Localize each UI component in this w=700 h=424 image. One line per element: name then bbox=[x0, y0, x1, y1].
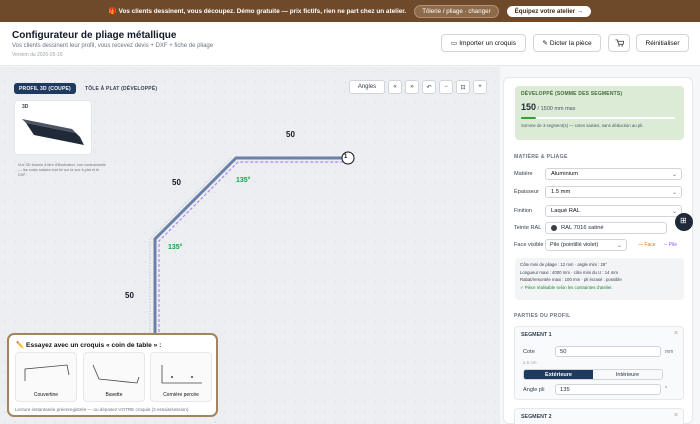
sketch-card-label: Couvertine bbox=[33, 392, 59, 398]
segment-title: SEGMENT 2 bbox=[521, 414, 552, 420]
bavette-sketch bbox=[92, 364, 140, 384]
couvertine-sketch bbox=[24, 364, 70, 381]
material-select[interactable]: Aluminium ⌄ bbox=[545, 168, 682, 180]
angle-label-top: 135° bbox=[236, 177, 251, 184]
close-icon[interactable]: × bbox=[674, 330, 678, 337]
chevron-down-icon: ⌄ bbox=[671, 172, 677, 178]
cote-input[interactable]: 50 bbox=[555, 346, 661, 357]
face-select[interactable]: Pile (pointillé violet) ⌄ bbox=[545, 239, 627, 251]
sketch-examples-panel: ✏️ Essayez avec un croquis « coin de tab… bbox=[7, 333, 218, 417]
config-panel: DÉVELOPPÉ (SOMME DES SEGMENTS) 150 / 150… bbox=[503, 77, 693, 424]
segment-title: SEGMENT 1 bbox=[521, 332, 552, 338]
sketch-title: ✏️ Essayez avec un croquis « coin de tab… bbox=[16, 342, 162, 349]
chevron-down-icon: ⌄ bbox=[616, 243, 622, 249]
side-toggle: Extérieure Intérieure bbox=[523, 369, 663, 380]
segment-card: SEGMENT 2 × bbox=[514, 408, 684, 424]
dictate-button[interactable]: ✎ Dicter la pièce bbox=[533, 34, 601, 52]
start-marker-label: 1 bbox=[344, 154, 348, 160]
segment-dimension-lines bbox=[149, 157, 232, 357]
side-interior[interactable]: Intérieure bbox=[593, 370, 662, 379]
finish-select[interactable]: Laqué RAL ⌄ bbox=[545, 205, 682, 217]
side-exterior[interactable]: Extérieure bbox=[524, 370, 593, 379]
mode-change-button[interactable]: Tôlerie / pliage · changer bbox=[414, 4, 499, 18]
cote-unit: mm bbox=[665, 349, 674, 355]
developed-value: 150 / 1500 mm max bbox=[521, 102, 575, 112]
sketch-footer: Lecture instantanée préenregistrée — ou … bbox=[15, 407, 189, 412]
profile-line-face bbox=[153, 156, 343, 357]
cote-min-note: ≥ 5 cm bbox=[523, 360, 537, 365]
developed-progress-fill bbox=[521, 117, 537, 119]
info-line: Longueur maxi : 4000 mm · côte mini du U… bbox=[520, 269, 618, 275]
cart-icon bbox=[615, 39, 624, 47]
import-sketch-label: Importer un croquis bbox=[459, 39, 517, 47]
sketch-card-couvertine[interactable]: Couvertine bbox=[15, 352, 77, 402]
ral-value: RAL 7016 satiné bbox=[561, 225, 604, 231]
pile-legend: -- Pile bbox=[664, 242, 678, 248]
material-section-title: MATIÈRE & PLIAGE bbox=[514, 154, 568, 160]
face-label: Face visible bbox=[514, 242, 544, 248]
pencil-icon: ✎ bbox=[542, 40, 548, 47]
cart-button[interactable] bbox=[608, 34, 630, 52]
segment-card: SEGMENT 1 × Cote 50 mm ≥ 5 cm Extérieure… bbox=[514, 326, 684, 400]
sketch-card-label: Bavette bbox=[105, 392, 123, 398]
app-header: Configurateur de pliage métallique Vos c… bbox=[0, 22, 700, 66]
developed-max: / 1500 mm max bbox=[536, 106, 576, 112]
developed-summary: DÉVELOPPÉ (SOMME DES SEGMENTS) 150 / 150… bbox=[515, 86, 684, 140]
info-line: Côte mini de pliage : 12 mm · angle mini… bbox=[520, 262, 607, 267]
segment-label-diagonal: 50 bbox=[172, 178, 181, 187]
version-label: Version du 2026-05-16 bbox=[12, 52, 63, 58]
segment-label-top: 50 bbox=[286, 130, 295, 139]
dictate-label: Dicter la pièce bbox=[549, 39, 592, 47]
finish-label: Finition bbox=[514, 208, 533, 214]
top-banner: 🎁 Vos clients dessinent, vous découpez. … bbox=[0, 0, 700, 22]
import-sketch-button[interactable]: ▭ Importer un croquis bbox=[441, 34, 526, 52]
constraints-info: Côte mini de pliage : 12 mm · angle mini… bbox=[515, 258, 684, 300]
chat-fab-button[interactable]: ⊞ bbox=[675, 213, 693, 231]
parts-section-title: PARTIES DU PROFIL bbox=[514, 313, 571, 319]
close-icon[interactable]: × bbox=[674, 412, 678, 419]
sketch-card-corniere[interactable]: Cornière percée bbox=[150, 352, 212, 402]
material-label: Matière bbox=[514, 171, 533, 177]
profile-line-pile bbox=[158, 161, 343, 357]
ral-label: Teinte RAL bbox=[514, 225, 542, 231]
ral-swatch bbox=[551, 225, 557, 231]
info-line-ok: ✓ Pièce réalisable selon les contraintes… bbox=[520, 284, 613, 290]
material-value: Aluminium bbox=[551, 171, 579, 177]
sketch-card-bavette[interactable]: Bavette bbox=[83, 352, 145, 402]
corniere-sketch bbox=[161, 365, 202, 384]
developed-value-number: 150 bbox=[521, 102, 537, 112]
thickness-value: 1.5 mm bbox=[551, 189, 571, 195]
chat-icon: ⊞ bbox=[680, 216, 687, 225]
angle-label: Angle pli bbox=[523, 387, 545, 393]
segment-label-vertical: 50 bbox=[125, 291, 134, 300]
thickness-label: Épaisseur bbox=[514, 189, 539, 195]
chevron-down-icon: ⌄ bbox=[671, 209, 677, 215]
sketch-card-label: Cornière percée bbox=[163, 392, 199, 398]
angle-label-bottom: 135° bbox=[168, 244, 183, 251]
face-value: Pile (pointillé violet) bbox=[550, 242, 599, 248]
ral-select[interactable]: RAL 7016 satiné bbox=[545, 222, 667, 234]
developed-title: DÉVELOPPÉ (SOMME DES SEGMENTS) bbox=[521, 91, 623, 97]
page-subtitle: Vos clients dessinent leur profil, vous … bbox=[12, 43, 214, 49]
info-line: Rabat/remontée maxi : 100 mm · pli écras… bbox=[520, 277, 622, 282]
face-legend: — Face bbox=[638, 242, 656, 248]
finish-value: Laqué RAL bbox=[551, 208, 581, 214]
developed-note: Somme de 3 segment(s) — cotes saisies, s… bbox=[521, 123, 644, 128]
camera-icon: ▭ bbox=[450, 40, 458, 47]
banner-text: 🎁 Vos clients dessinent, vous découpez. … bbox=[108, 8, 407, 15]
page-title: Configurateur de pliage métallique bbox=[12, 30, 177, 41]
equip-workshop-button[interactable]: Équipez votre atelier → bbox=[506, 5, 592, 17]
angle-input[interactable]: 135 bbox=[555, 384, 661, 395]
developed-progress-bar bbox=[521, 117, 675, 119]
thickness-select[interactable]: 1.5 mm ⌄ bbox=[545, 186, 682, 198]
angle-unit: ° bbox=[665, 386, 668, 392]
chevron-down-icon: ⌄ bbox=[671, 190, 677, 196]
reset-button[interactable]: Réinitialiser bbox=[636, 34, 689, 52]
cote-label: Cote bbox=[523, 349, 535, 355]
